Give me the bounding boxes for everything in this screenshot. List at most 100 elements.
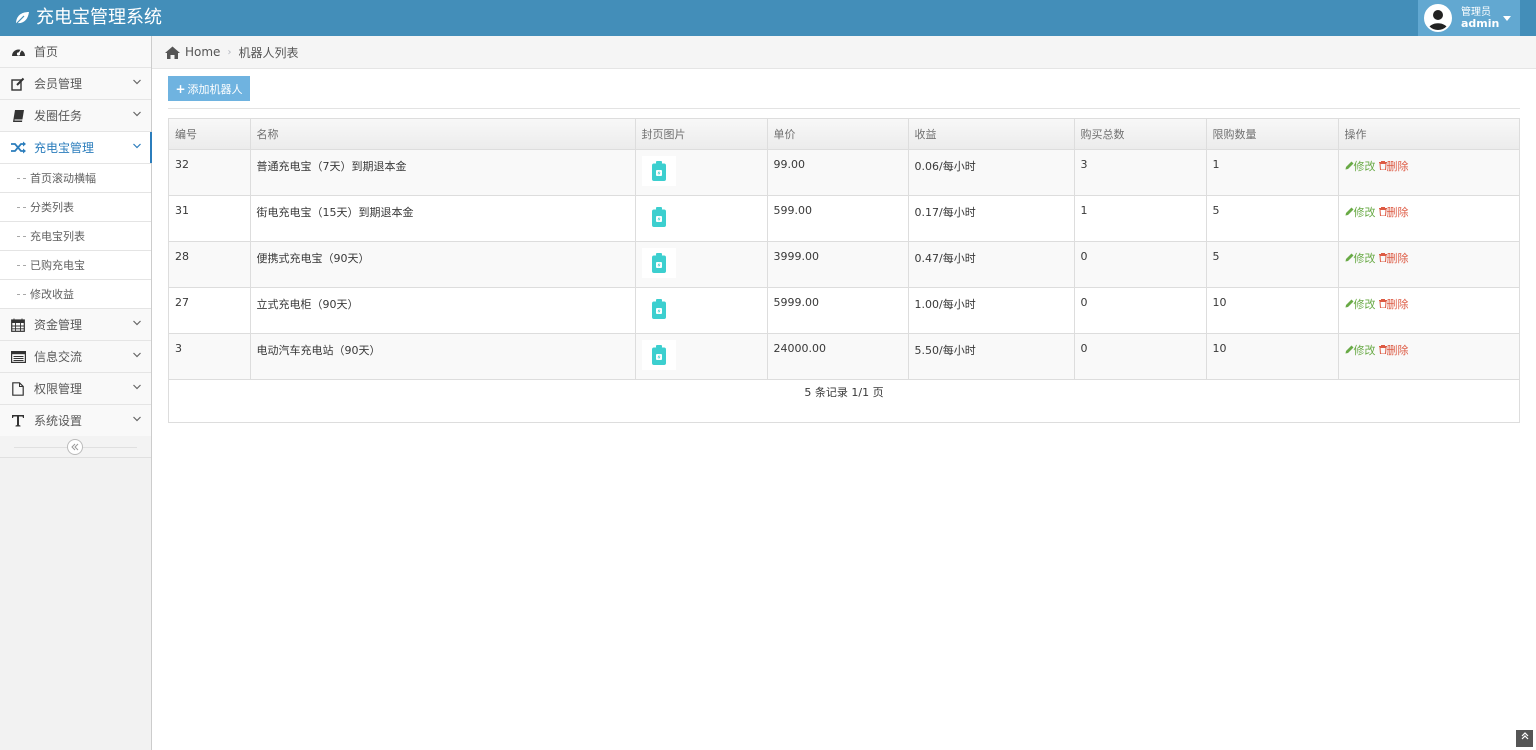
edit-button[interactable]: 修改 — [1345, 206, 1376, 219]
column-header[interactable]: 编号 — [169, 119, 251, 150]
robot-table: 编号 名称 封页图片 单价 收益 购买总数 限购数量 操作 32 普通充电宝（7天… — [169, 119, 1519, 380]
column-header[interactable]: 操作 — [1338, 119, 1519, 150]
delete-button[interactable]: 删除 — [1378, 297, 1409, 311]
edit-button[interactable]: 修改 — [1345, 160, 1376, 173]
plus-icon: + — [175, 81, 186, 96]
sidebar-item-label: 发圈任务 — [34, 109, 83, 123]
dashboard-icon — [10, 44, 26, 60]
delete-button[interactable]: 删除 — [1378, 251, 1409, 265]
delete-button[interactable]: 删除 — [1378, 205, 1409, 219]
table-header-row: 编号 名称 封页图片 单价 收益 购买总数 限购数量 操作 — [169, 119, 1519, 150]
edit-button[interactable]: 修改 — [1345, 344, 1376, 357]
sidebar: 首页 会员管理 发圈任务 充电宝管理 首页滚动横幅 分类列表 充电宝列表 已购充… — [0, 36, 152, 750]
column-header[interactable]: 封页图片 — [635, 119, 768, 150]
sidebar-item-members[interactable]: 会员管理 — [0, 68, 151, 100]
cell-actions: 修改 删除 — [1338, 241, 1519, 288]
edit-button[interactable]: 修改 — [1345, 252, 1376, 265]
sidebar-item-label: 系统设置 — [34, 414, 83, 428]
edit-button[interactable]: 修改 — [1345, 298, 1376, 311]
sidebar-subitem-edit-income[interactable]: 修改收益 — [0, 280, 151, 309]
cell-income: 0.17/每小时 — [908, 195, 1075, 242]
delete-label: 删除 — [1386, 251, 1409, 265]
pencil-icon — [1345, 345, 1353, 353]
add-robot-label: 添加机器人 — [187, 82, 243, 96]
delete-label: 删除 — [1386, 297, 1409, 311]
cell-total: 0 — [1074, 241, 1207, 288]
delete-button[interactable]: 删除 — [1378, 343, 1409, 357]
top-navbar: 充电宝管理系统 管理员 admin — [0, 0, 1536, 36]
sidebar-item-messages[interactable]: 信息交流 — [0, 341, 151, 373]
sidebar-subitem-purchased[interactable]: 已购充电宝 — [0, 251, 151, 280]
pencil-icon — [1345, 253, 1353, 261]
cell-limit: 1 — [1206, 149, 1339, 196]
column-header[interactable]: 单价 — [767, 119, 909, 150]
scroll-to-top-button[interactable] — [1516, 730, 1533, 747]
battery-icon — [651, 344, 666, 365]
leaf-icon — [15, 12, 29, 25]
divider — [168, 108, 1520, 109]
sidebar-item-label: 首页 — [34, 45, 59, 59]
home-icon — [165, 46, 180, 59]
column-header[interactable]: 限购数量 — [1206, 119, 1339, 150]
text-icon — [10, 413, 26, 429]
sidebar-subitem-label: 已购充电宝 — [30, 259, 85, 272]
cell-income: 0.06/每小时 — [908, 149, 1075, 196]
sidebar-item-home[interactable]: 首页 — [0, 36, 151, 68]
edit-label: 修改 — [1353, 251, 1376, 265]
column-header[interactable]: 购买总数 — [1074, 119, 1207, 150]
edit-label: 修改 — [1353, 297, 1376, 311]
cell-actions: 修改 删除 — [1338, 287, 1519, 334]
sidebar-item-tasks[interactable]: 发圈任务 — [0, 100, 151, 132]
cell-income: 0.47/每小时 — [908, 241, 1075, 288]
cover-image[interactable] — [641, 155, 676, 186]
chevron-down-icon — [133, 352, 141, 358]
trash-icon — [1378, 160, 1387, 170]
chevron-down-icon — [133, 79, 141, 85]
user-menu[interactable]: 管理员 admin — [1418, 0, 1520, 36]
file-icon — [10, 381, 26, 397]
cover-image[interactable] — [641, 201, 676, 232]
column-header[interactable]: 收益 — [908, 119, 1075, 150]
sidebar-subitem-banner[interactable]: 首页滚动横幅 — [0, 164, 151, 193]
calendar-icon — [10, 317, 26, 333]
pencil-icon — [1345, 299, 1353, 307]
cell-price: 599.00 — [767, 195, 909, 242]
sidebar-item-finance[interactable]: 资金管理 — [0, 309, 151, 341]
delete-label: 删除 — [1386, 343, 1409, 357]
table-row: 31 街电充电宝（15天）到期退本金 599.00 0.17/每小时 1 5 修改 删除 — [169, 195, 1519, 242]
delete-button[interactable]: 删除 — [1378, 160, 1409, 173]
collapse-sidebar-button[interactable] — [67, 439, 83, 455]
delete-label: 删除 — [1386, 205, 1409, 219]
cell-cover — [635, 241, 768, 288]
battery-icon — [651, 252, 666, 273]
cell-limit: 10 — [1206, 287, 1339, 334]
avatar — [1424, 4, 1452, 32]
sidebar-item-permissions[interactable]: 权限管理 — [0, 373, 151, 405]
cover-image[interactable] — [641, 247, 676, 278]
cover-image[interactable] — [641, 293, 676, 324]
sidebar-subitem-label: 首页滚动横幅 — [30, 172, 96, 185]
cover-image[interactable] — [641, 339, 676, 370]
cell-price: 99.00 — [767, 149, 909, 196]
sidebar-subitem-category[interactable]: 分类列表 — [0, 193, 151, 222]
cell-id: 32 — [169, 149, 251, 196]
trash-icon — [1378, 344, 1387, 354]
breadcrumb: Home › 机器人列表 — [152, 36, 1536, 69]
sidebar-item-label: 资金管理 — [34, 318, 83, 332]
cell-cover — [635, 149, 768, 196]
chevron-down-icon — [133, 416, 141, 422]
sidebar-item-settings[interactable]: 系统设置 — [0, 405, 151, 437]
chevron-down-icon — [133, 384, 141, 390]
sidebar-subitem-powerbank-list[interactable]: 充电宝列表 — [0, 222, 151, 251]
list-icon — [10, 349, 26, 365]
breadcrumb-home[interactable]: Home — [185, 45, 220, 59]
add-robot-button[interactable]: + 添加机器人 — [168, 76, 250, 101]
sidebar-item-powerbank[interactable]: 充电宝管理 — [0, 132, 152, 164]
brand[interactable]: 充电宝管理系统 — [14, 0, 162, 36]
edit-label: 修改 — [1353, 159, 1376, 173]
column-header[interactable]: 名称 — [250, 119, 636, 150]
pencil-icon — [1345, 161, 1353, 169]
table-row: 32 普通充电宝（7天）到期退本金 99.00 0.06/每小时 3 1 修改 删除 — [169, 149, 1519, 196]
cell-name: 便携式充电宝（90天） — [250, 241, 636, 288]
sidebar-subitem-label: 分类列表 — [30, 201, 74, 214]
